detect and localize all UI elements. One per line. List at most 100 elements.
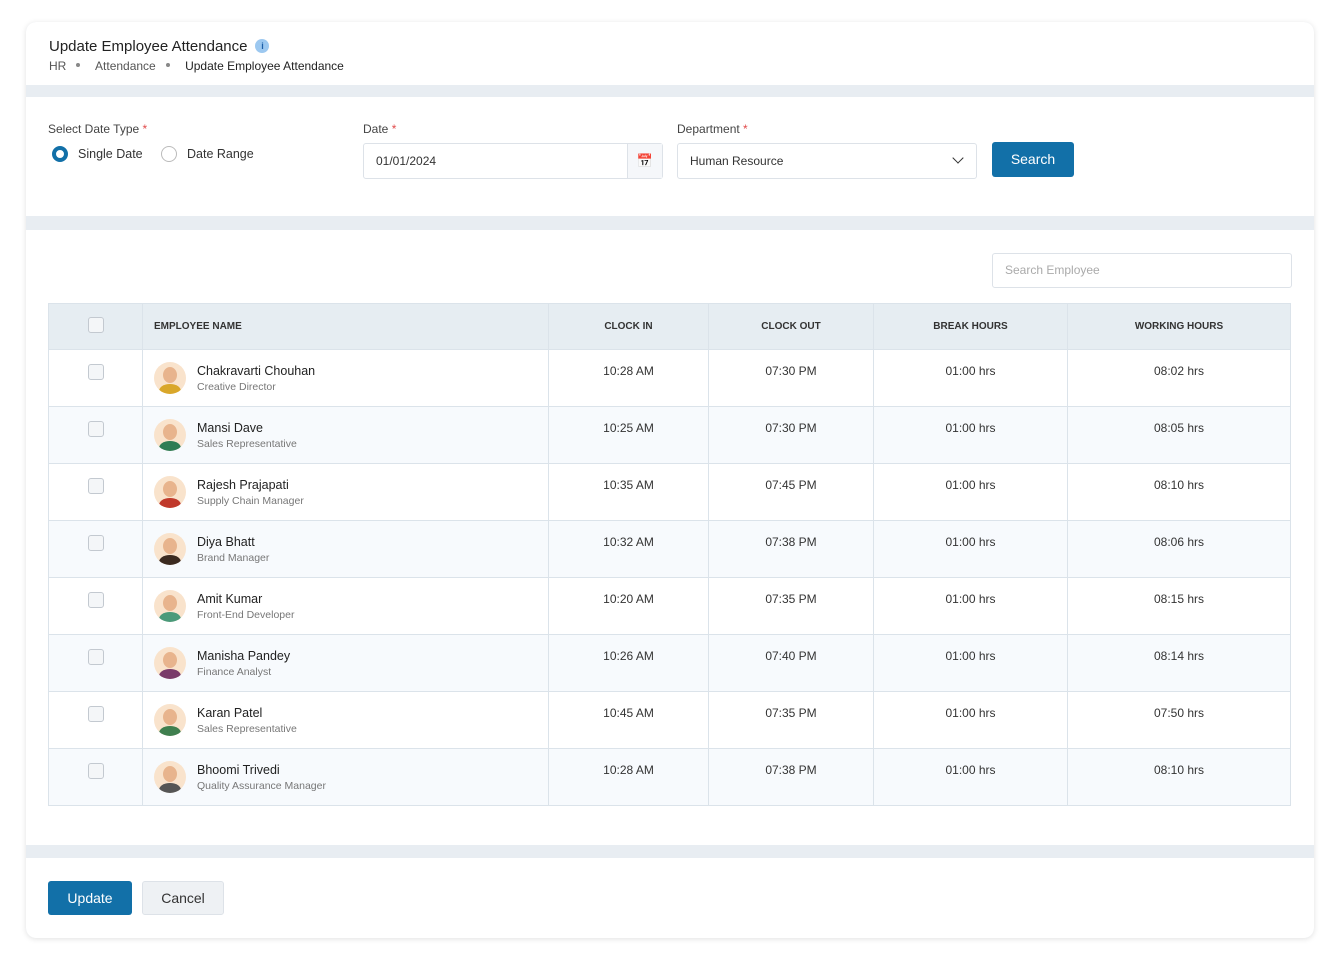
avatar: [154, 419, 186, 451]
employee-role: Sales Representative: [197, 723, 297, 735]
filter-panel: Select Date Type * Single Date Date Rang…: [26, 97, 1314, 216]
break-hours: 01:00 hrs: [873, 520, 1068, 578]
clock-in[interactable]: 10:28 AM: [548, 748, 709, 806]
break-hours: 01:00 hrs: [873, 406, 1068, 464]
employee-name: Manisha Pandey: [197, 649, 291, 663]
select-all-checkbox[interactable]: [87, 317, 104, 333]
clock-out[interactable]: 07:35 PM: [708, 577, 874, 635]
clock-out[interactable]: 07:45 PM: [708, 463, 874, 521]
breadcrumb-attendance[interactable]: Attendance: [95, 59, 156, 73]
row-checkbox[interactable]: [87, 649, 104, 665]
table-row: Bhoomi Trivedi Quality Assurance Manager…: [48, 748, 1291, 806]
table-row: Chakravarti Chouhan Creative Director 10…: [48, 349, 1291, 407]
working-hours: 08:10 hrs: [1067, 748, 1291, 806]
calendar-icon[interactable]: 📅: [627, 144, 662, 178]
break-hours: 01:00 hrs: [873, 691, 1068, 749]
table-row: Karan Patel Sales Representative 10:45 A…: [48, 691, 1291, 749]
department-label: Department *: [677, 122, 748, 136]
row-checkbox[interactable]: [87, 763, 104, 779]
employee-name: Karan Patel: [197, 706, 263, 720]
working-hours: 08:10 hrs: [1067, 463, 1291, 521]
update-button[interactable]: Update: [48, 881, 132, 915]
avatar: [154, 704, 186, 736]
search-button[interactable]: Search: [992, 142, 1074, 177]
break-hours: 01:00 hrs: [873, 634, 1068, 692]
row-checkbox[interactable]: [87, 478, 104, 494]
clock-out[interactable]: 07:30 PM: [708, 406, 874, 464]
clock-out[interactable]: 07:38 PM: [708, 748, 874, 806]
break-hours: 01:00 hrs: [873, 748, 1068, 806]
table-row: Rajesh Prajapati Supply Chain Manager 10…: [48, 463, 1291, 521]
employee-role: Sales Representative: [197, 438, 297, 450]
working-hours: 08:14 hrs: [1067, 634, 1291, 692]
clock-in[interactable]: 10:28 AM: [548, 349, 709, 407]
employee-role: Quality Assurance Manager: [197, 780, 326, 792]
employee-name: Mansi Dave: [197, 421, 263, 435]
clock-in[interactable]: 10:25 AM: [548, 406, 709, 464]
table-row: Mansi Dave Sales Representative 10:25 AM…: [48, 406, 1291, 464]
clock-in[interactable]: 10:20 AM: [548, 577, 709, 635]
breadcrumb-hr[interactable]: HR: [49, 59, 66, 73]
row-checkbox[interactable]: [87, 592, 104, 608]
page-shell: Update Employee Attendance i HR Attendanc…: [26, 22, 1314, 938]
avatar: [154, 533, 186, 565]
search-employee-input[interactable]: Search Employee: [992, 253, 1292, 288]
col-clock-out[interactable]: CLOCK OUT: [708, 303, 874, 350]
breadcrumb: HR Attendance Update Employee Attendance: [49, 59, 354, 73]
employee-name: Diya Bhatt: [197, 535, 255, 549]
date-type-label: Select Date Type *: [48, 122, 148, 136]
clock-in[interactable]: 10:45 AM: [548, 691, 709, 749]
date-label: Date *: [363, 122, 397, 136]
page-header: Update Employee Attendance i HR Attendanc…: [26, 22, 1314, 85]
attendance-table: EMPLOYEE NAME CLOCK IN CLOCK OUT BREAK H…: [48, 303, 1291, 806]
row-checkbox[interactable]: [87, 535, 104, 551]
date-input[interactable]: 01/01/2024 📅: [363, 143, 663, 179]
table-row: Manisha Pandey Finance Analyst 10:26 AM …: [48, 634, 1291, 692]
chevron-down-icon: [952, 152, 964, 164]
break-hours: 01:00 hrs: [873, 577, 1068, 635]
radio-selected-icon: [52, 146, 68, 162]
department-select[interactable]: Human Resource: [677, 143, 977, 179]
clock-out[interactable]: 07:35 PM: [708, 691, 874, 749]
row-checkbox[interactable]: [87, 364, 104, 380]
clock-out[interactable]: 07:30 PM: [708, 349, 874, 407]
working-hours: 08:15 hrs: [1067, 577, 1291, 635]
breadcrumb-current: Update Employee Attendance: [185, 59, 344, 73]
radio-date-range[interactable]: Date Range: [161, 146, 254, 162]
working-hours: 07:50 hrs: [1067, 691, 1291, 749]
avatar: [154, 476, 186, 508]
avatar: [154, 590, 186, 622]
attendance-table-card: Search Employee EMPLOYEE NAME CLOCK IN C…: [26, 230, 1314, 845]
employee-role: Creative Director: [197, 381, 276, 393]
break-hours: 01:00 hrs: [873, 349, 1068, 407]
employee-role: Finance Analyst: [197, 666, 272, 678]
employee-name: Chakravarti Chouhan: [197, 364, 316, 378]
employee-name: Rajesh Prajapati: [197, 478, 289, 492]
employee-name: Amit Kumar: [197, 592, 263, 606]
clock-out[interactable]: 07:38 PM: [708, 520, 874, 578]
radio-single-date[interactable]: Single Date: [52, 146, 143, 162]
radio-unselected-icon: [161, 146, 177, 162]
cancel-button[interactable]: Cancel: [142, 881, 224, 915]
row-checkbox[interactable]: [87, 421, 104, 437]
working-hours: 08:05 hrs: [1067, 406, 1291, 464]
avatar: [154, 647, 186, 679]
break-hours: 01:00 hrs: [873, 463, 1068, 521]
col-employee-name[interactable]: EMPLOYEE NAME: [142, 303, 549, 350]
table-row: Amit Kumar Front-End Developer 10:20 AM …: [48, 577, 1291, 635]
col-working-hours[interactable]: WORKING HOURS: [1067, 303, 1291, 350]
info-icon[interactable]: i: [255, 39, 270, 53]
employee-role: Supply Chain Manager: [197, 495, 304, 507]
row-checkbox[interactable]: [87, 706, 104, 722]
clock-out[interactable]: 07:40 PM: [708, 634, 874, 692]
col-clock-in[interactable]: CLOCK IN: [548, 303, 709, 350]
clock-in[interactable]: 10:26 AM: [548, 634, 709, 692]
table-row: Diya Bhatt Brand Manager 10:32 AM 07:38 …: [48, 520, 1291, 578]
page-title: Update Employee Attendance i: [49, 38, 270, 55]
avatar: [154, 362, 186, 394]
avatar: [154, 761, 186, 793]
clock-in[interactable]: 10:32 AM: [548, 520, 709, 578]
form-footer: Update Cancel: [26, 858, 1314, 938]
col-break-hours[interactable]: BREAK HOURS: [873, 303, 1068, 350]
clock-in[interactable]: 10:35 AM: [548, 463, 709, 521]
